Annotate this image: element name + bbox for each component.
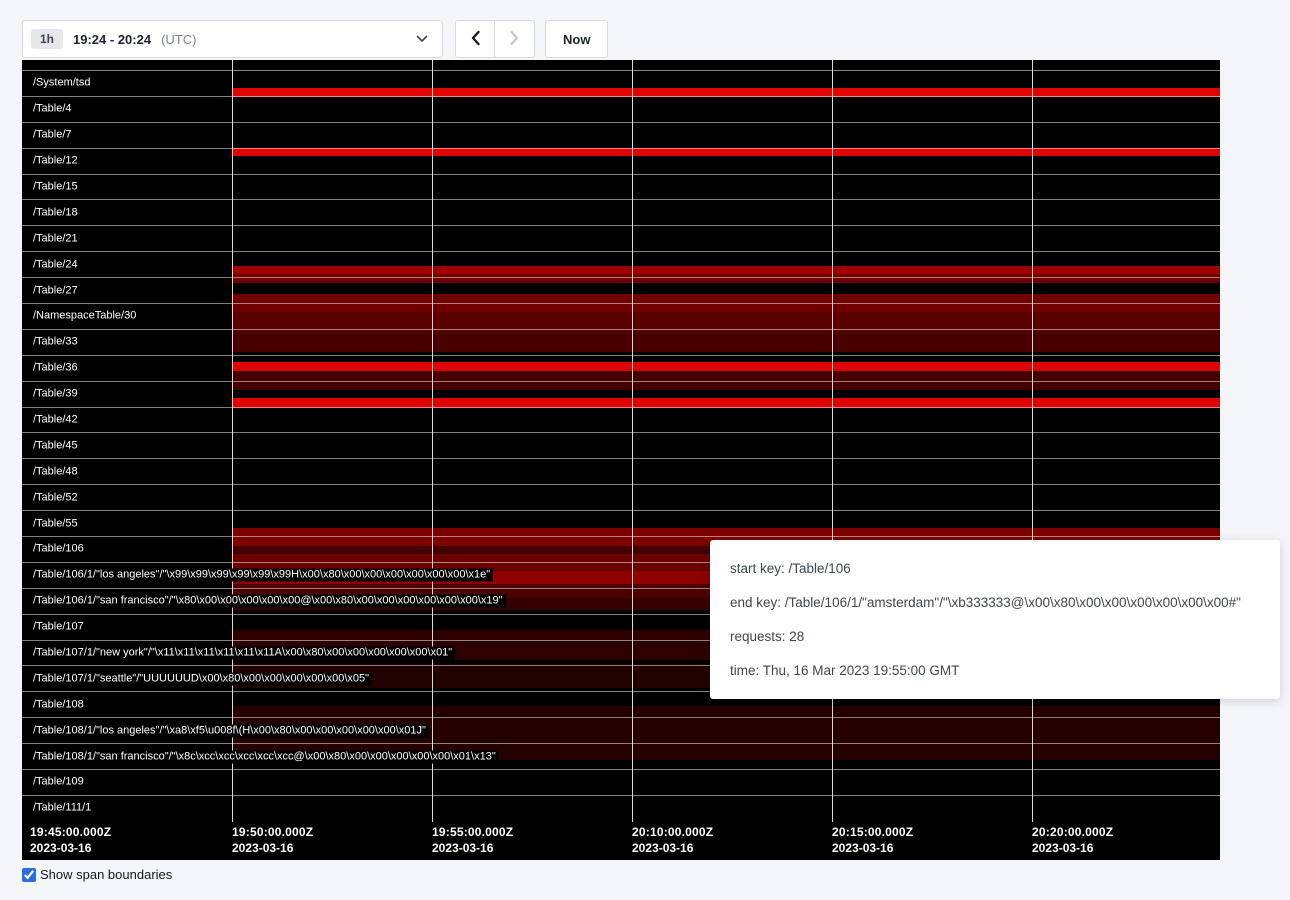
tick-time-label: 20:20:00.000Z — [1032, 825, 1113, 839]
tick-date-label: 2023-03-16 — [432, 841, 513, 855]
span-start-key-label: /Table/7 — [33, 129, 75, 142]
x-axis-tick: 20:20:00.000Z 2023-03-16 — [1032, 825, 1113, 855]
span-start-key-label: /Table/107/1/"seattle"/"UUUUUUD\x00\x80\… — [33, 672, 372, 685]
heatmap-rows: /System/tsd/Table/4/Table/7/Table/12/Tab… — [22, 70, 1220, 821]
span-start-key-label: /Table/42 — [33, 414, 81, 427]
x-axis-tick: 20:15:00.000Z 2023-03-16 — [832, 825, 913, 855]
key-visualizer-canvas[interactable]: /System/tsd/Table/4/Table/7/Table/12/Tab… — [22, 60, 1220, 860]
show-span-boundaries-checkbox[interactable] — [22, 868, 36, 882]
heatmap-row[interactable]: /Table/12 — [22, 148, 1220, 174]
span-start-key-label: /Table/39 — [33, 388, 81, 401]
span-start-key-label: /Table/48 — [33, 465, 81, 478]
chevron-right-icon — [509, 30, 520, 49]
span-start-key-label: /Table/106/1/"los angeles"/"\x99\x99\x99… — [33, 569, 493, 582]
tick-date-label: 2023-03-16 — [632, 841, 713, 855]
tick-date-label: 2023-03-16 — [232, 841, 313, 855]
footer: Show span boundaries — [22, 867, 172, 882]
heatmap-row[interactable]: /Table/24 — [22, 251, 1220, 277]
span-start-key-label: /Table/33 — [33, 336, 81, 349]
heatmap-row[interactable]: /Table/21 — [22, 225, 1220, 251]
span-start-key-label: /Table/12 — [33, 155, 81, 168]
heatmap-row[interactable]: /Table/4 — [22, 96, 1220, 122]
span-tooltip: start key: /Table/106 end key: /Table/106… — [710, 540, 1280, 699]
time-range-selector[interactable]: 1h 19:24 - 20:24 (UTC) — [22, 20, 443, 58]
chevron-left-icon — [470, 30, 481, 49]
span-start-key-label: /Table/36 — [33, 362, 81, 375]
heatmap-row[interactable]: /Table/55 — [22, 510, 1220, 536]
tooltip-line: requests: 28 — [730, 627, 1260, 646]
span-start-key-label: /Table/52 — [33, 491, 81, 504]
toolbar: 1h 19:24 - 20:24 (UTC) Now — [22, 20, 608, 58]
tooltip-line: time: Thu, 16 Mar 2023 19:55:00 GMT — [730, 661, 1260, 680]
heatmap-row[interactable]: /Table/15 — [22, 174, 1220, 200]
x-axis-tick: 19:45:00.000Z 2023-03-16 — [30, 825, 111, 855]
tick-time-label: 19:50:00.000Z — [232, 825, 313, 839]
tooltip-line: start key: /Table/106 — [730, 559, 1260, 578]
heatmap-row[interactable]: /Table/45 — [22, 432, 1220, 458]
prev-interval-button[interactable] — [455, 20, 495, 58]
show-span-boundaries-label: Show span boundaries — [40, 867, 172, 882]
span-start-key-label: /Table/111/1 — [33, 802, 94, 815]
time-range-text: 19:24 - 20:24 — [73, 32, 151, 47]
now-button[interactable]: Now — [545, 20, 608, 58]
span-start-key-label: /Table/107 — [33, 621, 87, 634]
span-start-key-label: /Table/108/1/"san francisco"/"\x8c\xcc\x… — [33, 750, 499, 763]
heatmap-row[interactable]: /Table/33 — [22, 329, 1220, 355]
heatmap-row[interactable]: /Table/52 — [22, 484, 1220, 510]
span-start-key-label: /Table/15 — [33, 181, 81, 194]
span-start-key-label: /Table/108/1/"los angeles"/"\xa8\xf5\u00… — [33, 724, 429, 737]
span-start-key-label: /System/tsd — [33, 77, 93, 90]
heatmap-row[interactable]: /Table/27 — [22, 277, 1220, 303]
x-axis-tick: 19:50:00.000Z 2023-03-16 — [232, 825, 313, 855]
heatmap-row[interactable]: /Table/109 — [22, 769, 1220, 795]
x-axis-tick: 20:10:00.000Z 2023-03-16 — [632, 825, 713, 855]
span-start-key-label: /Table/27 — [33, 284, 81, 297]
span-start-key-label: /NamespaceTable/30 — [33, 310, 139, 323]
tick-time-label: 20:15:00.000Z — [832, 825, 913, 839]
heatmap-row[interactable]: /Table/111/1 — [22, 795, 1220, 821]
heatmap-row[interactable]: /Table/39 — [22, 381, 1220, 407]
span-start-key-label: /Table/108 — [33, 698, 87, 711]
time-nav-group — [455, 20, 535, 58]
heatmap-row[interactable]: /Table/36 — [22, 355, 1220, 381]
span-start-key-label: /Table/107/1/"new york"/"\x11\x11\x11\x1… — [33, 647, 455, 660]
span-start-key-label: /Table/106 — [33, 543, 87, 556]
span-start-key-label: /Table/21 — [33, 232, 81, 245]
heatmap-row[interactable]: /Table/108/1/"los angeles"/"\xa8\xf5\u00… — [22, 717, 1220, 743]
tick-time-label: 19:55:00.000Z — [432, 825, 513, 839]
tick-date-label: 2023-03-16 — [832, 841, 913, 855]
x-axis-tick: 19:55:00.000Z 2023-03-16 — [432, 825, 513, 855]
span-start-key-label: /Table/109 — [33, 776, 87, 789]
chevron-down-icon — [416, 35, 428, 43]
span-start-key-label: /Table/24 — [33, 258, 81, 271]
span-start-key-label: /Table/106/1/"san francisco"/"\x80\x00\x… — [33, 595, 506, 608]
heatmap-row[interactable]: /Table/18 — [22, 199, 1220, 225]
heatmap-row[interactable]: /Table/108/1/"san francisco"/"\x8c\xcc\x… — [22, 743, 1220, 769]
x-axis: 19:45:00.000Z 2023-03-16 19:50:00.000Z 2023… — [22, 822, 1220, 860]
span-start-key-label: /Table/4 — [33, 103, 75, 116]
span-start-key-label: /Table/45 — [33, 439, 81, 452]
heatmap-row[interactable]: /Table/42 — [22, 407, 1220, 433]
tick-time-label: 20:10:00.000Z — [632, 825, 713, 839]
heatmap-row[interactable]: /Table/48 — [22, 458, 1220, 484]
heatmap-row[interactable]: /NamespaceTable/30 — [22, 303, 1220, 329]
heatmap-row[interactable]: /Table/7 — [22, 122, 1220, 148]
span-start-key-label: /Table/55 — [33, 517, 81, 530]
tick-date-label: 2023-03-16 — [30, 841, 111, 855]
heatmap-row[interactable]: /System/tsd — [22, 70, 1220, 96]
timezone-text: (UTC) — [161, 32, 196, 47]
tooltip-line: end key: /Table/106/1/"amsterdam"/"\xb33… — [730, 593, 1260, 612]
duration-badge: 1h — [31, 29, 63, 49]
span-start-key-label: /Table/18 — [33, 206, 81, 219]
tick-time-label: 19:45:00.000Z — [30, 825, 111, 839]
tick-date-label: 2023-03-16 — [1032, 841, 1113, 855]
next-interval-button[interactable] — [495, 20, 535, 58]
